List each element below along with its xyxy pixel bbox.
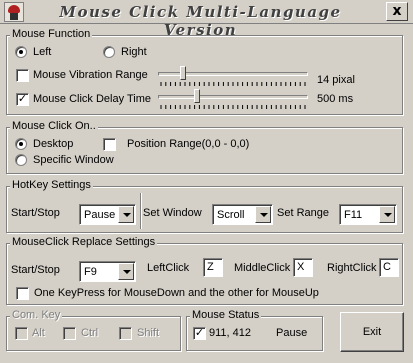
alt-checkbox[interactable]: [15, 327, 28, 340]
hotkey-start-stop-select[interactable]: Pause: [79, 204, 136, 225]
main-window: Mouse Click Multi-Language Version x Mou…: [0, 0, 413, 363]
coords-checkbox[interactable]: ✓: [193, 327, 206, 340]
delay-label[interactable]: Mouse Click Delay Time: [33, 93, 151, 106]
one-keypress-label[interactable]: One KeyPress for MouseDown and the other…: [34, 287, 319, 300]
vibration-label[interactable]: Mouse Vibration Range: [33, 69, 148, 82]
desktop-label[interactable]: Desktop: [33, 138, 73, 151]
exit-button[interactable]: Exit: [340, 312, 404, 352]
left-radio[interactable]: [15, 46, 27, 58]
position-range-label[interactable]: Position Range(0,0 - 0,0): [127, 138, 249, 151]
shift-checkbox[interactable]: [119, 327, 132, 340]
hotkey-divider: [140, 193, 141, 229]
specific-window-label[interactable]: Specific Window: [33, 154, 114, 167]
middleclick-field[interactable]: X: [293, 258, 313, 277]
mouse-function-legend: Mouse Function: [10, 28, 93, 40]
delay-checkbox[interactable]: ✓: [16, 93, 29, 106]
replace-start-stop-select[interactable]: F9: [79, 261, 136, 282]
com-key-group: Com. Key Alt Ctrl Shift: [6, 309, 181, 351]
mouse-click-on-legend: Mouse Click On..: [10, 120, 98, 132]
desktop-radio[interactable]: [15, 138, 27, 150]
title-bar[interactable]: Mouse Click Multi-Language Version x: [0, 0, 413, 39]
hotkey-legend: HotKey Settings: [10, 179, 93, 191]
shift-label[interactable]: Shift: [137, 327, 159, 340]
hotkey-start-stop-value: Pause: [84, 209, 116, 221]
middleclick-label: MiddleClick: [234, 262, 291, 274]
delay-slider-thumb[interactable]: [194, 89, 200, 103]
replace-start-stop-value: F9: [84, 266, 97, 278]
vibration-slider-ticks: [160, 82, 306, 86]
mouse-state: Pause: [276, 327, 308, 339]
delay-slider-ticks: [160, 105, 306, 109]
set-window-select[interactable]: Scroll: [212, 204, 273, 225]
mouse-status-group: Mouse Status ✓ 911, 412 Pause: [186, 309, 323, 351]
mouse-coords: 911, 412: [209, 327, 252, 339]
mouse-click-on-group: Mouse Click On.. Desktop Position Range(…: [6, 120, 403, 174]
right-label[interactable]: Right: [121, 46, 147, 59]
chevron-down-icon[interactable]: [118, 206, 134, 223]
alt-label[interactable]: Alt: [32, 327, 45, 340]
specific-window-radio[interactable]: [15, 154, 27, 166]
set-range-select[interactable]: F11: [339, 204, 397, 225]
hotkey-start-stop-label: Start/Stop: [11, 207, 60, 219]
set-window-value: Scroll: [217, 209, 245, 221]
mouse-function-group: Mouse Function Left Right Mouse Vibratio…: [6, 28, 403, 115]
position-range-checkbox[interactable]: [103, 138, 116, 151]
chevron-down-icon[interactable]: [379, 206, 395, 223]
chevron-down-icon[interactable]: [255, 206, 271, 223]
vibration-slider[interactable]: [158, 66, 308, 91]
replace-settings-group: MouseClick Replace Settings Start/Stop F…: [6, 236, 403, 305]
hotkey-settings-group: HotKey Settings Start/Stop Pause Set Win…: [6, 179, 403, 233]
set-window-label: Set Window: [143, 207, 202, 219]
one-keypress-checkbox[interactable]: [16, 287, 29, 300]
com-key-legend: Com. Key: [10, 309, 63, 321]
vibration-value: 14 pixal: [317, 74, 355, 86]
delay-slider[interactable]: [158, 89, 308, 114]
leftclick-label: LeftClick: [147, 262, 190, 274]
ctrl-checkbox[interactable]: [63, 327, 76, 340]
replace-start-stop-label: Start/Stop: [11, 264, 60, 276]
vibration-checkbox[interactable]: [16, 69, 29, 82]
replace-legend: MouseClick Replace Settings: [10, 236, 158, 248]
delay-slider-track: [158, 95, 308, 99]
vibration-slider-thumb[interactable]: [180, 66, 186, 80]
rightclick-field[interactable]: C: [379, 258, 399, 277]
ctrl-label[interactable]: Ctrl: [81, 327, 98, 340]
close-button[interactable]: x: [386, 2, 408, 21]
set-range-value: F11: [344, 209, 363, 221]
chevron-down-icon[interactable]: [118, 263, 134, 280]
mouse-status-legend: Mouse Status: [190, 309, 262, 321]
left-label[interactable]: Left: [33, 46, 51, 59]
right-radio[interactable]: [103, 46, 115, 58]
delay-value: 500 ms: [317, 93, 354, 105]
app-icon: [4, 2, 24, 22]
rightclick-label: RightClick: [327, 262, 377, 274]
set-range-label: Set Range: [277, 207, 329, 219]
leftclick-field[interactable]: Z: [203, 258, 223, 277]
